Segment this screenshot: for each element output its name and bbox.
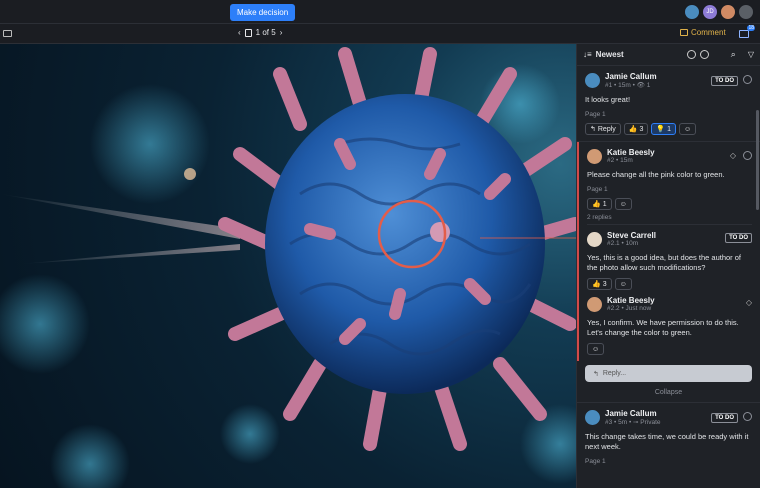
avatar xyxy=(585,410,600,425)
comment-text: Yes, I confirm. We have permission to do… xyxy=(587,318,739,337)
avatar[interactable] xyxy=(738,4,754,20)
search-icon[interactable]: ⌕ xyxy=(731,49,736,60)
notifications-button[interactable]: 18 xyxy=(738,25,755,40)
reply-item[interactable]: Katie Beesly #2.2 • Just now ◇ Yes, I co… xyxy=(587,290,752,355)
page-indicator: 1 of 5 xyxy=(255,28,276,37)
chevron-left-icon[interactable]: ‹ xyxy=(238,28,241,37)
avatar xyxy=(585,73,600,88)
avatar xyxy=(587,231,602,247)
thumbs-up-reaction[interactable]: 👍 3 xyxy=(587,278,612,290)
comment-meta: #2.1 • 10m xyxy=(607,240,639,247)
reactions: ☺ xyxy=(587,343,752,355)
reply-icon: ↰ xyxy=(593,370,599,378)
avatar[interactable] xyxy=(720,4,736,20)
comment-card[interactable]: Jamie Callum #3 • 5m • ⊸ Private TO DO T… xyxy=(577,403,760,471)
virus-illustration xyxy=(0,47,576,488)
avatar xyxy=(587,296,602,312)
keyboard-icon[interactable] xyxy=(3,30,12,37)
comment-text: This change takes time, we could be read… xyxy=(585,432,749,451)
comment-thread[interactable]: Katie Beesly #2 • 15m ◇ Please change al… xyxy=(577,142,760,361)
scrollbar[interactable] xyxy=(756,110,759,210)
reactions: 👍 1 ☺ xyxy=(587,198,752,210)
pages-icon xyxy=(244,28,252,37)
add-reaction-button[interactable]: ☺ xyxy=(614,278,632,290)
comment-page: Page 1 xyxy=(585,458,606,465)
comment-button[interactable]: Comment xyxy=(680,28,726,37)
comment-meta: #1 • 15m • 👁 1 xyxy=(605,82,651,89)
comment-author: Katie Beesly xyxy=(607,148,655,157)
page-pager: ‹ 1 of 5 › xyxy=(238,28,282,37)
comments-panel-header: ↓≡ Newest ⌕ ▽ xyxy=(577,44,760,66)
comment-page: Page 1 xyxy=(587,186,608,193)
reply-item[interactable]: Steve Carrell #2.1 • 10m TO DO Yes, this… xyxy=(587,225,752,290)
top-bar: Make decision JD xyxy=(0,0,760,24)
comment-page: Page 1 xyxy=(585,111,606,118)
comments-panel: ↓≡ Newest ⌕ ▽ Jamie Callum #1 • 15m • 👁 … xyxy=(576,44,760,488)
add-reaction-button[interactable]: ☺ xyxy=(587,343,605,355)
reply-placeholder: Reply... xyxy=(602,370,627,377)
notification-icon xyxy=(739,30,749,38)
emoji-icon: ☺ xyxy=(684,125,692,133)
comment-meta: #3 • 5m • ⊸ Private xyxy=(605,419,661,426)
bulb-icon: 💡 xyxy=(656,125,666,133)
replies-count: 2 replies xyxy=(587,210,752,225)
comment-meta: #2.2 • Just now xyxy=(607,305,652,312)
reply-button[interactable]: ↰ Reply xyxy=(585,123,621,135)
sort-icon[interactable]: ↓≡ xyxy=(583,50,592,59)
collaborator-avatars: JD xyxy=(684,4,754,20)
thumbs-up-reaction[interactable]: 👍 3 xyxy=(623,123,649,135)
comment-text: Yes, this is a good idea, but does the a… xyxy=(587,253,741,272)
next-icon[interactable] xyxy=(699,50,709,59)
comment-author: Steve Carrell xyxy=(607,231,656,240)
collapse-button[interactable]: Collapse xyxy=(577,386,760,403)
comment-icon xyxy=(680,29,688,36)
prev-icon[interactable] xyxy=(686,50,696,59)
filter-icon[interactable]: ▽ xyxy=(748,50,754,59)
thumbs-up-icon: 👍 xyxy=(628,125,638,133)
comment-author: Katie Beesly xyxy=(607,296,655,305)
avatar[interactable]: JD xyxy=(702,4,718,20)
comment-text: Please change all the pink color to gree… xyxy=(587,170,725,179)
reactions: ↰ Reply 👍 3 💡 1 ☺ xyxy=(585,123,752,135)
comment-author: Jamie Callum xyxy=(605,72,657,81)
bulb-reaction[interactable]: 💡 1 xyxy=(651,123,677,135)
make-decision-button[interactable]: Make decision xyxy=(230,4,296,21)
thumbs-up-icon: 👍 xyxy=(592,200,601,208)
add-reaction-button[interactable]: ☺ xyxy=(679,123,697,135)
reply-input[interactable]: ↰ Reply... xyxy=(585,365,752,382)
comment-label: Comment xyxy=(691,28,726,37)
notification-count: 18 xyxy=(747,25,755,31)
avatar xyxy=(587,148,602,164)
thumbs-up-reaction[interactable]: 👍 1 xyxy=(587,198,612,210)
todo-badge[interactable]: TO DO xyxy=(711,76,738,86)
reaction-count: 1 xyxy=(667,125,672,133)
reaction-count: 1 xyxy=(602,200,607,208)
emoji-icon: ☺ xyxy=(619,200,627,208)
sort-label[interactable]: Newest xyxy=(596,50,624,59)
avatar[interactable] xyxy=(684,4,700,20)
reactions: 👍 3 ☺ xyxy=(587,278,752,290)
reaction-count: 3 xyxy=(602,280,607,288)
emoji-icon: ☺ xyxy=(592,345,600,353)
reply-label: Reply xyxy=(597,125,616,133)
resolve-check-icon[interactable] xyxy=(743,412,752,421)
thumbs-up-icon: 👍 xyxy=(592,280,601,288)
todo-badge[interactable]: TO DO xyxy=(711,413,738,423)
comment-text: It looks great! xyxy=(585,95,631,104)
image-canvas[interactable] xyxy=(0,44,576,488)
comment-card[interactable]: Jamie Callum #1 • 15m • 👁 1 TO DO It loo… xyxy=(577,66,760,142)
tag-icon[interactable]: ◇ xyxy=(746,298,752,307)
tag-icon[interactable]: ◇ xyxy=(730,151,736,160)
add-reaction-button[interactable]: ☺ xyxy=(614,198,632,210)
resolve-check-icon[interactable] xyxy=(743,75,752,84)
comment-meta: #2 • 15m xyxy=(607,157,633,164)
chevron-right-icon[interactable]: › xyxy=(280,28,283,37)
reaction-count: 3 xyxy=(639,125,644,133)
resolve-check-icon[interactable] xyxy=(743,151,752,160)
comment-author: Jamie Callum xyxy=(605,409,657,418)
todo-badge[interactable]: TO DO xyxy=(725,233,752,243)
viewer-toolbar: ‹ 1 of 5 › Comment 18 xyxy=(0,24,760,44)
reply-icon: ↰ xyxy=(590,125,596,133)
emoji-icon: ☺ xyxy=(619,280,627,288)
